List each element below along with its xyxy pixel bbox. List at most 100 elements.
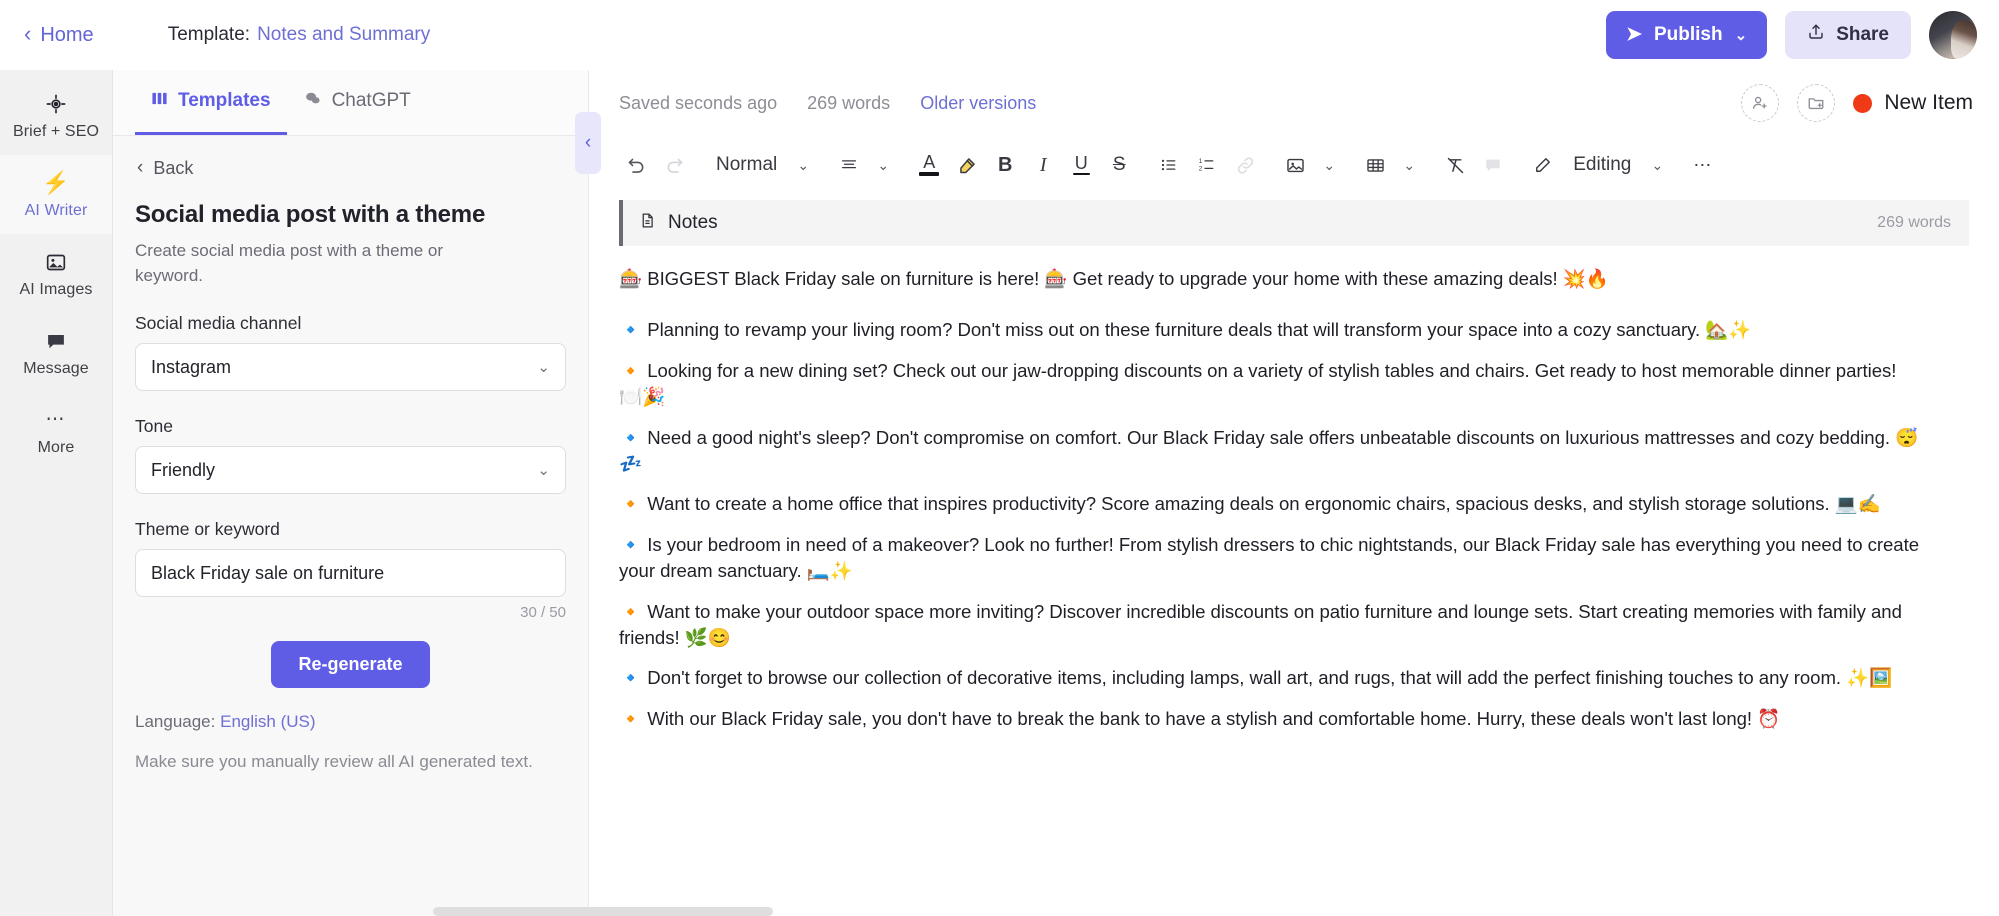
chevron-left-icon: ‹ xyxy=(137,156,144,178)
avatar[interactable] xyxy=(1929,11,1977,59)
chat-bubbles-icon xyxy=(303,90,322,112)
template-panel: Templates ChatGPT ‹ Back Social media po… xyxy=(113,70,773,916)
chevron-down-icon[interactable]: ⌄ xyxy=(788,146,818,184)
tab-chatgpt[interactable]: ChatGPT xyxy=(287,70,427,135)
template-name-link[interactable]: Notes and Summary xyxy=(257,24,430,46)
publish-button[interactable]: ➤ Publish ⌄ xyxy=(1606,11,1768,59)
social-media-channel-select[interactable]: Instagram ⌄ xyxy=(135,343,566,392)
home-link[interactable]: ‹ Home xyxy=(18,20,100,51)
document-paragraph: 🔹 Is your bedroom in need of a makeover?… xyxy=(619,533,1920,582)
ellipsis-icon: ⋯ xyxy=(45,409,67,430)
chevron-down-icon[interactable]: ⌄ xyxy=(1314,146,1344,184)
chat-bubble-icon xyxy=(45,329,67,353)
saved-status: Saved seconds ago xyxy=(619,92,778,113)
tone-select[interactable]: Friendly ⌄ xyxy=(135,446,566,495)
share-button[interactable]: Share xyxy=(1785,11,1911,59)
text-color-icon[interactable]: A xyxy=(910,146,948,184)
comment-icon[interactable] xyxy=(1474,146,1512,184)
top-bar: ‹ Home Template: Notes and Summary ➤ Pub… xyxy=(0,0,1999,70)
tab-label: ChatGPT xyxy=(331,90,411,111)
editing-mode-label[interactable]: Editing xyxy=(1562,146,1642,184)
document-paragraph: 🔹 Planning to revamp your living room? D… xyxy=(619,319,1752,341)
language-value-link[interactable]: English (US) xyxy=(220,712,315,731)
notes-block-header: Notes 269 words xyxy=(619,200,1969,246)
upload-icon xyxy=(1807,23,1825,47)
tab-templates[interactable]: Templates xyxy=(135,70,287,135)
image-icon xyxy=(45,250,67,274)
send-icon: ➤ xyxy=(1626,23,1642,45)
select-value: Instagram xyxy=(151,356,232,377)
publish-label: Publish xyxy=(1653,24,1723,45)
field-label: Theme or keyword xyxy=(135,519,280,540)
link-icon[interactable] xyxy=(1226,146,1264,184)
regenerate-row: Re-generate xyxy=(135,641,566,689)
bullet-list-icon[interactable] xyxy=(1150,146,1188,184)
image-icon[interactable] xyxy=(1276,146,1314,184)
italic-button[interactable]: I xyxy=(1024,146,1062,184)
highlighter-icon[interactable] xyxy=(948,146,986,184)
older-versions-link[interactable]: Older versions xyxy=(920,93,1036,114)
chevron-down-icon[interactable]: ⌄ xyxy=(868,146,898,184)
app-body: Brief + SEO ⚡ AI Writer AI Images Messag… xyxy=(0,70,1999,916)
undo-icon[interactable] xyxy=(617,146,655,184)
document-paragraph: 🔹 Don't forget to browse our collection … xyxy=(619,667,1893,689)
left-rail: Brief + SEO ⚡ AI Writer AI Images Messag… xyxy=(0,70,113,916)
sidebar-item-more[interactable]: ⋯ More xyxy=(0,392,112,471)
svg-text:1: 1 xyxy=(1199,158,1203,165)
document-paragraph: 🔸 Looking for a new dining set? Check ou… xyxy=(619,359,1897,408)
paragraph-style-dropdown[interactable]: Normal xyxy=(705,146,788,184)
ellipsis-icon[interactable]: ⋯ xyxy=(1684,146,1722,184)
table-icon[interactable] xyxy=(1356,146,1394,184)
chevron-down-icon: ⌄ xyxy=(537,462,550,480)
document-icon xyxy=(639,211,656,236)
document-paragraph: 🔸 Want to make your outdoor space more i… xyxy=(619,600,1902,648)
numbered-list-icon[interactable]: 12 xyxy=(1188,146,1226,184)
sidebar-item-ai-writer[interactable]: ⚡ AI Writer xyxy=(0,155,112,234)
tab-label: Templates xyxy=(178,90,271,111)
sidebar-item-brief-seo[interactable]: Brief + SEO xyxy=(0,76,112,155)
ai-disclaimer: Make sure you manually review all AI gen… xyxy=(135,752,533,772)
svg-text:2: 2 xyxy=(1199,165,1203,172)
document-paragraph: 🔸 Want to create a home office that insp… xyxy=(619,493,1881,515)
add-folder-icon[interactable] xyxy=(1797,84,1836,122)
sidebar-item-label: Brief + SEO xyxy=(12,123,100,140)
template-description: Create social media post with a theme or… xyxy=(135,241,444,285)
clear-format-icon[interactable] xyxy=(1436,146,1474,184)
status-label: New Item xyxy=(1884,91,1973,114)
pencil-icon[interactable] xyxy=(1524,146,1562,184)
notes-block-title-group: Notes xyxy=(639,211,718,236)
document-paragraph: 🎰 BIGGEST Black Friday sale on furniture… xyxy=(619,268,1609,289)
strikethrough-button[interactable]: S xyxy=(1100,146,1138,184)
chevron-down-icon[interactable]: ⌄ xyxy=(1642,146,1672,184)
status-badge[interactable]: New Item xyxy=(1853,91,1973,115)
document-body[interactable]: 🎰 BIGGEST Black Friday sale on furniture… xyxy=(589,246,1999,916)
character-counter: 30 / 50 xyxy=(520,604,566,622)
editor-toolbar: Normal ⌄ ⌄ A B I U S 1 2 ⌄ ⌄ Editing ⌄ ⋯ xyxy=(589,136,1999,194)
templates-grid-icon xyxy=(151,90,168,112)
theme-keyword-input[interactable]: Black Friday sale on furniture xyxy=(135,549,566,598)
field-label: Social media channel xyxy=(135,313,302,334)
panel-horizontal-scrollbar[interactable] xyxy=(433,907,773,916)
underline-button[interactable]: U xyxy=(1062,146,1100,184)
chevron-down-icon[interactable]: ⌄ xyxy=(1394,146,1424,184)
back-button[interactable]: ‹ Back xyxy=(135,156,566,179)
document-paragraph: 🔹 Need a good night's sleep? Don't compr… xyxy=(619,426,1919,474)
align-icon[interactable] xyxy=(830,146,868,184)
input-value: Black Friday sale on furniture xyxy=(151,562,385,583)
panel-collapse-button[interactable]: ‹ xyxy=(575,112,601,174)
notes-block-title: Notes xyxy=(668,212,718,233)
template-breadcrumb: Template: Notes and Summary xyxy=(168,24,431,46)
editor-header-actions: New Item xyxy=(1741,84,1973,122)
sidebar-item-message[interactable]: Message xyxy=(0,313,112,392)
bold-button[interactable]: B xyxy=(986,146,1024,184)
panel-content: ‹ Back Social media post with a theme Cr… xyxy=(113,136,588,916)
sidebar-item-label: AI Images xyxy=(19,281,93,298)
language-prefix: Language: xyxy=(135,712,216,732)
regenerate-button[interactable]: Re-generate xyxy=(271,641,430,689)
add-person-icon[interactable] xyxy=(1741,84,1780,122)
sidebar-item-ai-images[interactable]: AI Images xyxy=(0,234,112,313)
panel-tabs: Templates ChatGPT xyxy=(113,70,588,136)
redo-icon[interactable] xyxy=(655,146,693,184)
field-social-media-channel: Social media channel Instagram ⌄ xyxy=(135,313,566,392)
template-prefix-label: Template: xyxy=(167,24,251,45)
